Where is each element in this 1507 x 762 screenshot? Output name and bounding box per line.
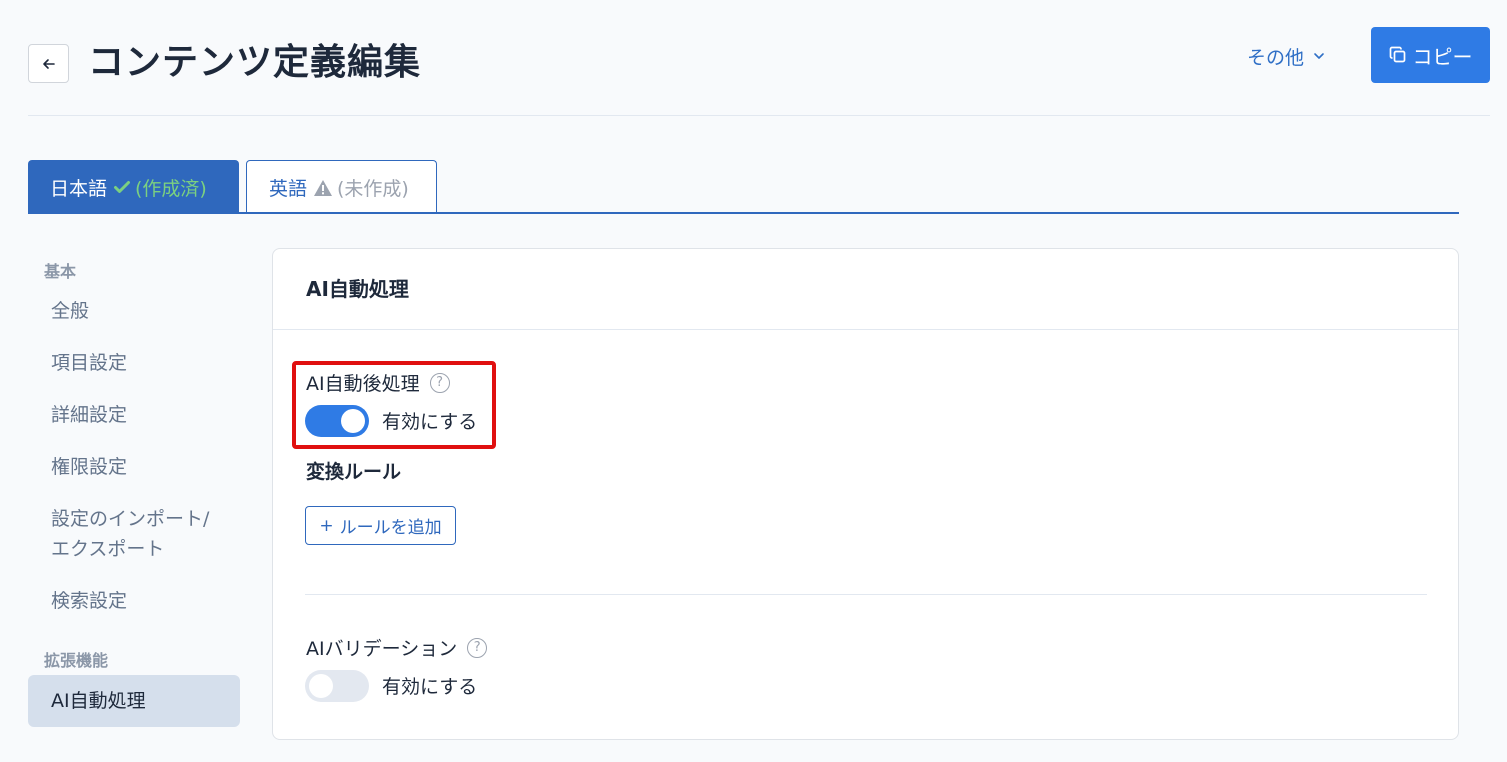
sidebar-item-general[interactable]: 全般 [28, 296, 240, 326]
tab-japanese[interactable]: 日本語 (作成済) [28, 160, 239, 214]
ai-processing-card: AI自動処理 AI自動後処理 ? 有効にする 変換ルール + ルールを追加 AI… [272, 248, 1459, 740]
card-header-divider [273, 329, 1458, 330]
copy-icon [1389, 46, 1405, 63]
warning-icon [314, 179, 333, 196]
sidebar-item-permission-settings[interactable]: 権限設定 [28, 452, 240, 482]
section-divider [305, 594, 1427, 595]
arrow-left-icon [42, 58, 55, 69]
post-processing-toggle-label: 有効にする [382, 411, 478, 433]
sidebar-item-search-settings[interactable]: 検索設定 [28, 586, 240, 616]
validation-label: AIバリデーション ? [306, 634, 488, 661]
validation-toggle[interactable] [305, 670, 369, 702]
sidebar-item-ai-processing[interactable]: AI自動処理 [28, 675, 240, 727]
chevron-down-icon [1314, 53, 1324, 59]
post-processing-label: AI自動後処理 ? [306, 369, 450, 396]
copy-button-label: コピー [1412, 44, 1473, 69]
more-menu-button[interactable]: その他 [1247, 40, 1326, 72]
sidebar-heading-extensions: 拡張機能 [44, 651, 109, 670]
toggle-knob [341, 409, 365, 433]
help-icon[interactable]: ? [467, 637, 488, 658]
post-processing-toggle[interactable] [305, 405, 369, 437]
plus-icon: + [319, 515, 334, 536]
add-rule-button-label: ルールを追加 [339, 518, 442, 538]
sidebar-item-field-settings[interactable]: 項目設定 [28, 348, 240, 378]
post-processing-label-text: AI自動後処理 [306, 373, 420, 395]
tab-japanese-status: (作成済) [135, 177, 207, 200]
copy-button[interactable]: コピー [1371, 27, 1490, 83]
back-button[interactable] [28, 44, 69, 83]
sidebar-item-detail-settings[interactable]: 詳細設定 [28, 400, 240, 430]
sidebar-heading-basic: 基本 [44, 262, 77, 281]
validation-toggle-label: 有効にする [382, 676, 478, 698]
tab-english[interactable]: 英語 (未作成) [246, 160, 437, 214]
tab-japanese-label: 日本語 [50, 177, 108, 200]
help-icon[interactable]: ? [429, 372, 450, 393]
tab-english-status: (未作成) [337, 178, 409, 200]
check-icon [114, 181, 131, 193]
more-menu-label: その他 [1247, 46, 1305, 69]
header-divider [28, 115, 1490, 116]
page-title: コンテンツ定義編集 [88, 42, 422, 83]
conversion-rules-label: 変換ルール [306, 461, 402, 483]
sidebar-item-import-export[interactable]: 設定のインポート/エクスポート [28, 504, 228, 564]
tab-divider [28, 212, 1459, 214]
add-rule-button[interactable]: + ルールを追加 [305, 506, 456, 545]
validation-label-text: AIバリデーション [306, 638, 458, 660]
tab-english-label: 英語 [269, 178, 308, 200]
toggle-knob [309, 674, 333, 698]
card-title: AI自動処理 [306, 277, 409, 301]
